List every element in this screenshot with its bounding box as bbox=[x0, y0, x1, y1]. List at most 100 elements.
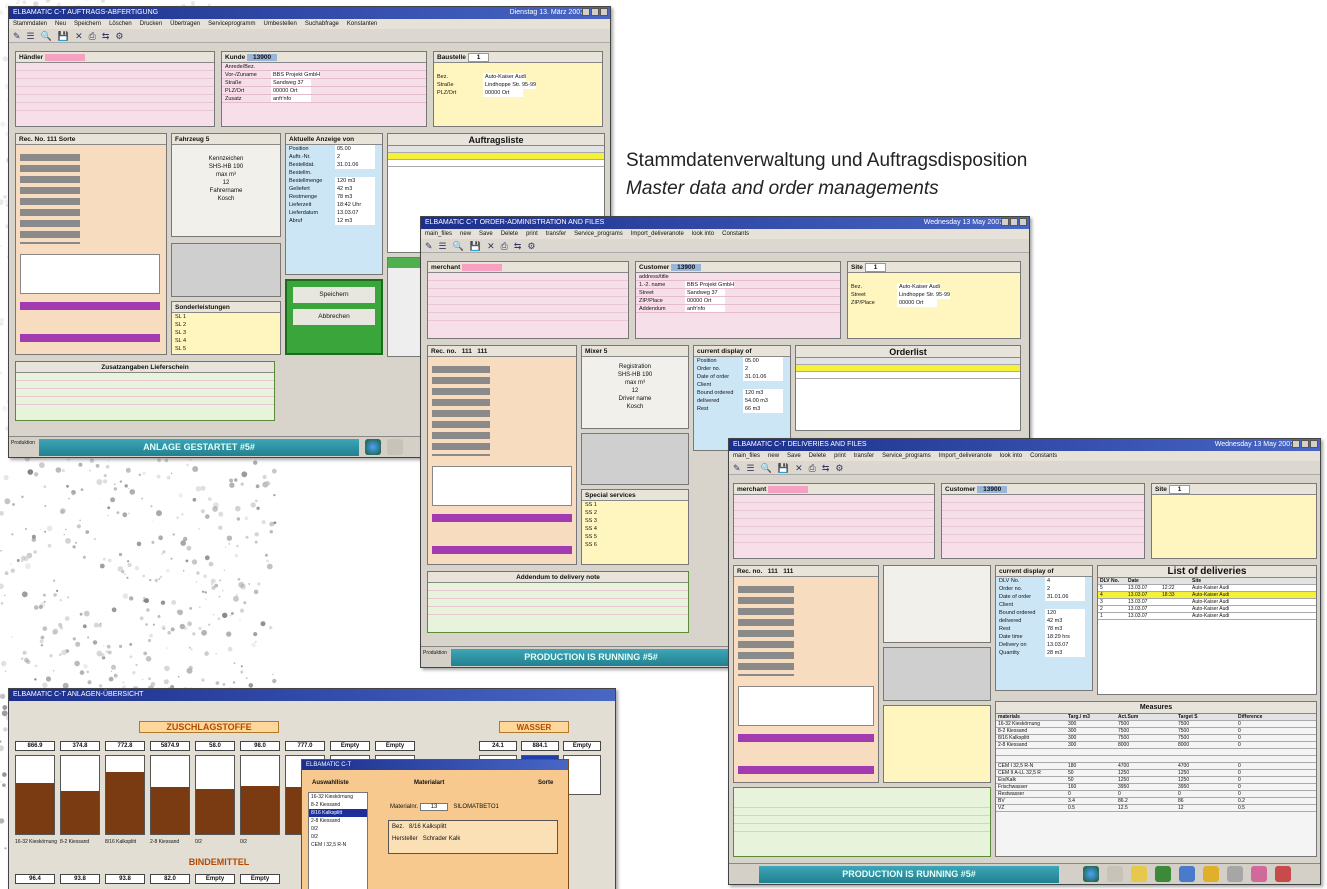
site-number[interactable]: 1 bbox=[1168, 485, 1191, 494]
menu-item[interactable]: Drucken bbox=[140, 21, 162, 27]
field-value[interactable]: 31.01.06 bbox=[743, 373, 783, 381]
table-row[interactable]: Restwasser 0 0 0 0 bbox=[996, 791, 1316, 798]
menu-item[interactable]: main_files bbox=[733, 453, 760, 459]
close-icon[interactable] bbox=[1019, 218, 1027, 226]
menu-item[interactable]: Speichern bbox=[74, 21, 101, 27]
field-value[interactable]: 13.03.07 bbox=[335, 209, 375, 217]
field-value[interactable]: 00000 Ort bbox=[271, 87, 311, 94]
table-row[interactable]: VZ 0.5 12.5 12 0.5 bbox=[996, 805, 1316, 812]
minimize-icon[interactable] bbox=[1001, 218, 1009, 226]
table-row[interactable]: 8/16 Kalksplitt 300 7500 7500 0 bbox=[996, 735, 1316, 742]
menu-item[interactable]: Konstanten bbox=[347, 21, 377, 27]
table-row[interactable] bbox=[996, 749, 1316, 756]
list-icon[interactable]: ☰ bbox=[27, 31, 35, 41]
print-icon[interactable]: ⎙ bbox=[501, 241, 508, 251]
table-row[interactable]: CEM I 32,5 R-N 180 4700 4700 0 bbox=[996, 763, 1316, 770]
field-value[interactable]: 2 bbox=[335, 153, 375, 161]
table-row[interactable]: 4 13.03.07 18:33 Auto-Kaiser Audi bbox=[1098, 592, 1316, 599]
baustelle-number[interactable]: 1 bbox=[467, 53, 490, 62]
field-value[interactable]: Sandweg 37 bbox=[685, 289, 725, 296]
field-value[interactable]: 2 bbox=[1045, 585, 1085, 593]
table-row[interactable] bbox=[796, 372, 1020, 379]
merchant-field[interactable] bbox=[768, 486, 809, 493]
materialnr-field[interactable]: 13 bbox=[419, 803, 449, 811]
field-value[interactable]: 42 m3 bbox=[335, 185, 375, 193]
field-value[interactable]: 00000 Ort bbox=[685, 297, 725, 304]
table-row[interactable] bbox=[388, 153, 604, 160]
kunde-number[interactable]: 13900 bbox=[247, 54, 278, 61]
menu-item[interactable]: new bbox=[460, 231, 471, 237]
menu-item[interactable]: Übertragen bbox=[170, 21, 200, 27]
table-row[interactable]: 1 13.03.07 Auto-Kaiser Audi bbox=[1098, 613, 1316, 620]
transfer-icon[interactable]: ⇆ bbox=[514, 241, 522, 251]
field-value[interactable]: 05.00 bbox=[743, 357, 783, 365]
tool-icon[interactable]: ⚙ bbox=[835, 463, 843, 473]
maximize-icon[interactable] bbox=[591, 8, 599, 16]
field-value[interactable]: BBS Projekt GmbH bbox=[271, 71, 321, 78]
haendler-field[interactable] bbox=[45, 54, 86, 61]
field-value[interactable]: 00000 Ort bbox=[897, 299, 937, 307]
minimize-icon[interactable] bbox=[582, 8, 590, 16]
field-value[interactable]: 18:29 hrs bbox=[1045, 633, 1085, 641]
menu-item[interactable]: Suchabfrage bbox=[305, 21, 339, 27]
book-icon[interactable] bbox=[1131, 866, 1147, 882]
table-row[interactable]: Frischwasser 160 3950 3950 0 bbox=[996, 784, 1316, 791]
field-value[interactable]: 78 m3 bbox=[1045, 625, 1085, 633]
field-value[interactable]: 66 m3 bbox=[743, 405, 783, 413]
field-value[interactable]: 120 bbox=[1045, 609, 1085, 617]
menu-item[interactable]: new bbox=[768, 453, 779, 459]
save-icon[interactable]: 💾 bbox=[58, 31, 69, 41]
menu-item[interactable]: look into bbox=[1000, 453, 1022, 459]
list-item[interactable]: 0/2 bbox=[309, 825, 367, 833]
exit-icon[interactable] bbox=[1275, 866, 1291, 882]
list-icon[interactable]: ☰ bbox=[747, 463, 755, 473]
menu-item[interactable]: Neu bbox=[55, 21, 66, 27]
merchant-field[interactable] bbox=[462, 264, 503, 271]
table-row[interactable]: 16-32 Kieskörnung 300 7500 7500 0 bbox=[996, 721, 1316, 728]
list-icon[interactable]: ☰ bbox=[439, 241, 447, 251]
table-row[interactable]: 5 13.03.07 12:22 Auto-Kaiser Audi bbox=[1098, 585, 1316, 592]
traffic-light-icon[interactable] bbox=[1155, 866, 1171, 882]
field-value[interactable]: 42 m3 bbox=[1045, 617, 1085, 625]
menu-item[interactable]: Delete bbox=[501, 231, 518, 237]
silo[interactable] bbox=[150, 755, 190, 835]
field-value[interactable]: 78 m3 bbox=[335, 193, 375, 201]
list-item[interactable]: 8-2 Kiessand bbox=[309, 801, 367, 809]
menu-item[interactable]: Import_deliveranote bbox=[939, 453, 992, 459]
silo[interactable] bbox=[60, 755, 100, 835]
list-item[interactable]: CEM I 32,5 R-N bbox=[309, 841, 367, 849]
print-icon[interactable]: ⎙ bbox=[89, 31, 96, 41]
table-row[interactable]: 8-2 Kiessand 300 7500 7500 0 bbox=[996, 728, 1316, 735]
tool-icon[interactable]: ⚙ bbox=[115, 31, 123, 41]
delete-icon[interactable]: ✕ bbox=[75, 31, 83, 41]
menu-item[interactable]: Serviceprogramm bbox=[208, 21, 255, 27]
filter-icon[interactable] bbox=[387, 439, 403, 455]
menu-item[interactable]: Umbestellen bbox=[264, 21, 297, 27]
tool-icon[interactable]: ⚙ bbox=[527, 241, 535, 251]
menu-item[interactable]: Service_programs bbox=[882, 453, 931, 459]
list-item[interactable]: 8/16 Kalksplitt bbox=[309, 809, 367, 817]
menu-item[interactable]: main_files bbox=[425, 231, 452, 237]
table-row[interactable]: 2-8 Kiessand 300 8000 8000 0 bbox=[996, 742, 1316, 749]
list-item[interactable]: 2-8 Kiessand bbox=[309, 817, 367, 825]
globe-icon[interactable] bbox=[365, 439, 381, 455]
field-value[interactable]: 05.00 bbox=[335, 145, 375, 153]
menu-item[interactable]: Delete bbox=[809, 453, 826, 459]
silo[interactable] bbox=[240, 755, 280, 835]
material-list[interactable] bbox=[20, 254, 160, 294]
field-value[interactable]: Auto-Kaiser Audi bbox=[897, 283, 940, 291]
list-item[interactable]: 16-32 Kieskörnung bbox=[309, 793, 367, 801]
open-icon[interactable]: ✎ bbox=[13, 31, 21, 41]
list-item[interactable]: 0/2 bbox=[309, 833, 367, 841]
menu-item[interactable]: Import_deliveranote bbox=[631, 231, 684, 237]
field-value[interactable]: 120 m3 bbox=[743, 389, 783, 397]
table-row[interactable]: Eis/Kalk 50 1250 1250 0 bbox=[996, 777, 1316, 784]
field-value[interactable]: Lindhoppe Str. 95-99 bbox=[483, 81, 537, 89]
table-row[interactable]: 2 13.03.07 Auto-Kaiser Audi bbox=[1098, 606, 1316, 613]
table-row[interactable]: 3 13.03.07 Auto-Kaiser Audi bbox=[1098, 599, 1316, 606]
table-row[interactable] bbox=[996, 756, 1316, 763]
abbrechen-button[interactable]: Abbrechen bbox=[293, 309, 375, 325]
minimize-icon[interactable] bbox=[1292, 440, 1300, 448]
menu-item[interactable]: transfer bbox=[854, 453, 874, 459]
disk-icon[interactable] bbox=[1179, 866, 1195, 882]
